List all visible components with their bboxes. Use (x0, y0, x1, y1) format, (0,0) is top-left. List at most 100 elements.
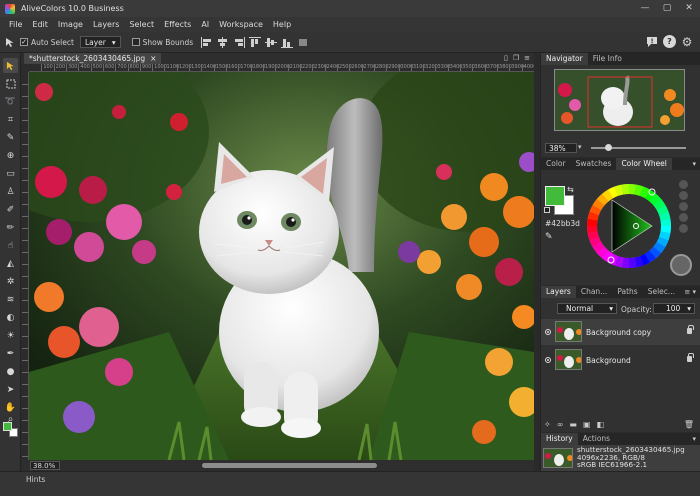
hue-segment[interactable] (653, 199, 666, 211)
hue-segment[interactable] (649, 246, 662, 259)
layer-row[interactable]: Background (541, 347, 700, 373)
new-group-icon[interactable]: ▬ (569, 419, 577, 431)
image-canvas[interactable] (29, 72, 534, 460)
text-tool-icon[interactable]: ➤ (3, 382, 18, 397)
horizontal-scrollbar[interactable] (202, 463, 377, 468)
foreground-color-chip[interactable] (545, 186, 565, 206)
foreground-color-swatch[interactable] (3, 422, 12, 431)
wheel-mode-icon[interactable] (679, 224, 688, 233)
tab-list-icon[interactable]: ≡ (524, 53, 530, 64)
lasso-tool-icon[interactable]: ➰ (3, 94, 18, 109)
maximize-button[interactable]: ▢ (656, 0, 678, 17)
tab-paths[interactable]: Paths (612, 286, 642, 298)
close-tab-icon[interactable]: × (150, 53, 156, 64)
shape-tool-icon[interactable]: ● (3, 364, 18, 379)
mask-icon[interactable]: ◧ (597, 419, 605, 431)
healing-tool-icon[interactable]: ⊕ (3, 148, 18, 163)
pencil-tool-icon[interactable]: ✏ (3, 220, 18, 235)
menu-ai[interactable]: AI (196, 17, 214, 32)
wheel-mode-icon[interactable] (679, 191, 688, 200)
wheel-mode-icon[interactable] (679, 213, 688, 222)
menu-select[interactable]: Select (124, 17, 159, 32)
menu-effects[interactable]: Effects (159, 17, 196, 32)
warp-tool-icon[interactable]: ✲ (3, 274, 18, 289)
hue-segment[interactable] (587, 211, 599, 221)
hue-segment[interactable] (596, 246, 609, 259)
crop-tool-icon[interactable]: ⌗ (3, 112, 18, 127)
hue-segment[interactable] (660, 225, 671, 234)
navigator-zoom-knob[interactable] (605, 144, 613, 151)
hue-segment[interactable] (587, 225, 598, 234)
menu-layers[interactable]: Layers (88, 17, 124, 32)
trash-icon[interactable]: 🗑 (684, 419, 694, 431)
dodge-tool-icon[interactable]: ◐ (3, 310, 18, 325)
lock-icon[interactable] (687, 325, 694, 334)
align-bottom-icon[interactable] (281, 37, 294, 48)
show-bounds-checkbox[interactable] (131, 38, 140, 46)
hue-segment[interactable] (644, 250, 656, 263)
menu-edit[interactable]: Edit (27, 17, 53, 32)
hue-segment[interactable] (589, 205, 602, 216)
pen-tool-icon[interactable]: ✒ (3, 346, 18, 361)
tab-color[interactable]: Color (541, 158, 571, 170)
hue-segment[interactable] (634, 256, 644, 268)
duplicate-document-icon[interactable]: ❐ (513, 53, 519, 64)
visibility-eye-icon[interactable] (545, 357, 551, 363)
opacity-field[interactable]: 100 ▾ (653, 303, 695, 314)
new-layer-icon[interactable]: ▣ (583, 419, 591, 431)
history-panel-menu-icon[interactable]: ▾ (692, 433, 696, 445)
link-layers-icon[interactable]: ∞ (557, 419, 564, 431)
hue-segment[interactable] (656, 236, 669, 247)
hue-segment[interactable] (659, 211, 671, 221)
feedback-icon[interactable] (645, 35, 659, 49)
document-tab[interactable]: *shutterstock_2603430465.jpg × (24, 53, 162, 64)
hue-segment[interactable] (608, 186, 619, 199)
hue-segment[interactable] (634, 184, 644, 196)
hue-segment[interactable] (592, 241, 605, 253)
move-tool-options-icon[interactable] (3, 35, 17, 49)
hue-segment[interactable] (628, 184, 637, 195)
wheel-mode-icon[interactable] (679, 180, 688, 189)
marquee-tool-icon[interactable] (3, 76, 18, 91)
tab-selections[interactable]: Selec... (643, 286, 680, 298)
minimize-button[interactable]: — (634, 0, 656, 17)
tab-swatches[interactable]: Swatches (571, 158, 617, 170)
zoom-dropdown-icon[interactable]: ▾ (578, 143, 582, 151)
hue-segment[interactable] (653, 241, 666, 253)
new-document-icon[interactable]: ▯ (504, 53, 508, 64)
auto-select-checkbox[interactable]: ✓ (20, 38, 28, 46)
menu-workspace[interactable]: Workspace (214, 17, 268, 32)
layers-panel-menu-icon[interactable]: ≡ ▾ (684, 286, 696, 298)
hue-segment[interactable] (602, 189, 614, 202)
reset-colors-icon[interactable] (544, 207, 550, 213)
tab-history[interactable]: History (541, 433, 578, 445)
align-top-icon[interactable] (249, 36, 262, 48)
distribute-icon[interactable] (297, 37, 309, 48)
layer-mode-select[interactable]: Layer ▾ (79, 36, 121, 48)
menu-image[interactable]: Image (53, 17, 88, 32)
wheel-mode-icon[interactable] (679, 202, 688, 211)
hue-segment[interactable] (621, 184, 630, 195)
lock-icon[interactable] (687, 353, 694, 362)
close-button[interactable]: ✕ (678, 0, 700, 17)
hue-segment[interactable] (592, 199, 605, 211)
tab-navigator[interactable]: Navigator (541, 53, 588, 65)
hue-segment[interactable] (596, 193, 609, 206)
hue-segment[interactable] (621, 257, 630, 268)
hue-segment[interactable] (587, 231, 599, 241)
hue-segment[interactable] (628, 257, 637, 268)
fill-tool-icon[interactable]: ◭ (3, 256, 18, 271)
burn-tool-icon[interactable]: ☀ (3, 328, 18, 343)
hue-segment[interactable] (660, 218, 671, 227)
hue-segment[interactable] (587, 218, 598, 227)
align-left-icon[interactable] (201, 36, 213, 48)
color-wheel[interactable] (585, 182, 673, 270)
hue-segment[interactable] (649, 193, 662, 206)
navigator-zoom-field[interactable]: 38% (545, 143, 577, 153)
tab-file-info[interactable]: File Info (588, 53, 627, 65)
hex-value[interactable]: #42bb3d (545, 219, 580, 228)
hue-segment[interactable] (639, 186, 650, 199)
navigator-thumbnail[interactable] (554, 69, 685, 131)
align-right-icon[interactable] (233, 36, 246, 48)
color-panel-menu-icon[interactable]: ▾ (692, 158, 696, 170)
